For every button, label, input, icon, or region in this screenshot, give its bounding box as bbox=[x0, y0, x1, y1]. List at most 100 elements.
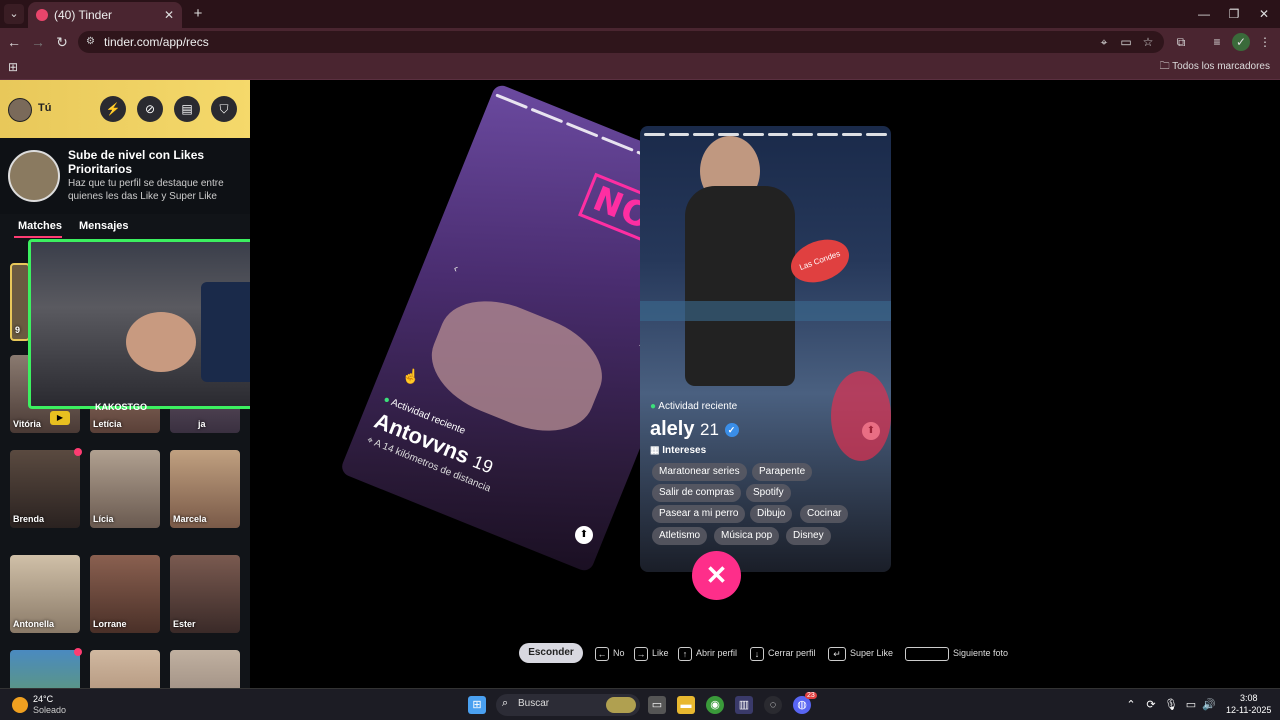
match-card[interactable] bbox=[10, 648, 82, 688]
file-explorer-icon[interactable]: ▬ bbox=[677, 696, 695, 714]
interest-pill: Pasear a mi perro bbox=[652, 505, 746, 523]
nope-info-arrow-icon[interactable]: ⬆ bbox=[575, 526, 593, 544]
match-card[interactable]: Lorrane bbox=[90, 555, 160, 633]
all-bookmarks-label: Todos los marcadores bbox=[1172, 61, 1270, 72]
apps-grid-icon[interactable]: ⊞ bbox=[8, 60, 22, 74]
youtube-icon: ▶ bbox=[50, 411, 70, 425]
profile-activity-label: Actividad reciente bbox=[658, 401, 738, 412]
match-card[interactable]: Brenda bbox=[10, 448, 82, 528]
address-bar: ← → ↻ ⚙ tinder.com/app/recs ⌖ ▭ ☆ ⧉ ≡ ✓ … bbox=[0, 28, 1280, 56]
browser-tab-tinder[interactable]: (40) Tinder ✕ bbox=[28, 2, 182, 28]
promo-description: Haz que tu perfil se destaque entre quie… bbox=[68, 178, 224, 202]
app-icon[interactable]: ▥ bbox=[735, 696, 753, 714]
match-card-name: Lícia bbox=[93, 514, 114, 524]
forward-icon[interactable]: → bbox=[28, 32, 48, 52]
tab-matches[interactable]: Matches bbox=[18, 220, 62, 232]
boost-icon[interactable]: ⚡ bbox=[100, 96, 126, 122]
location-icon[interactable]: ⌖ bbox=[1096, 34, 1112, 50]
up-key-icon: ↑ bbox=[678, 646, 692, 661]
match-card[interactable]: Marcela bbox=[170, 450, 240, 528]
match-card-name: Lorrane bbox=[93, 619, 127, 629]
tab-close-icon[interactable]: ✕ bbox=[164, 2, 174, 28]
briefcase-icon[interactable]: ▤ bbox=[174, 96, 200, 122]
nope-age: 19 bbox=[469, 451, 496, 478]
interest-pill: Parapente bbox=[752, 463, 813, 481]
shortcut-super-label: Super Like bbox=[850, 648, 894, 658]
tab-search-chevron-icon[interactable]: ⌄ bbox=[4, 4, 24, 24]
promo-avatar bbox=[8, 150, 60, 202]
steam-icon[interactable]: ◌ bbox=[764, 696, 782, 714]
interest-pill: Salir de compras bbox=[652, 484, 742, 502]
search-highlight-icon bbox=[606, 697, 636, 713]
promo-banner[interactable]: Sube de nivel con Likes Prioritarios Haz… bbox=[0, 138, 250, 214]
profile-photo-body bbox=[685, 186, 795, 386]
site-info-icon[interactable]: ⚙ bbox=[86, 36, 98, 48]
cast-icon[interactable]: ▭ bbox=[1118, 34, 1134, 50]
hide-shortcuts-button[interactable]: Esconder bbox=[519, 643, 583, 663]
windows-start-icon[interactable]: ⊞ bbox=[468, 696, 486, 714]
new-match-dot bbox=[74, 648, 82, 656]
right-key-icon: → bbox=[634, 646, 648, 661]
match-card-name: Marcela bbox=[173, 514, 207, 524]
taskbar-search[interactable]: ⌕ Buscar bbox=[496, 694, 640, 716]
task-view-icon[interactable]: ▭ bbox=[648, 696, 666, 714]
tab-messages[interactable]: Mensajes bbox=[79, 220, 129, 232]
mouse-cursor-icon: ☝ bbox=[402, 368, 420, 384]
shortcut-open: ↑ Abrir perfil bbox=[678, 643, 737, 663]
explore-icon[interactable]: ⊘ bbox=[137, 96, 163, 122]
minimize-icon[interactable]: — bbox=[1190, 4, 1218, 24]
omnibox[interactable]: ⚙ tinder.com/app/recs ⌖ ▭ ☆ bbox=[78, 31, 1164, 53]
bookmark-star-icon[interactable]: ☆ bbox=[1140, 34, 1156, 50]
match-card[interactable]: Antonella bbox=[10, 555, 80, 633]
shortcut-no-label: No bbox=[613, 648, 625, 658]
shield-icon[interactable]: ⛉ bbox=[211, 96, 237, 122]
media-controls-icon[interactable]: ≡ bbox=[1208, 33, 1226, 51]
verified-badge-icon: ✓ bbox=[724, 422, 739, 437]
tray-chevron-icon[interactable]: ⌃ bbox=[1122, 696, 1140, 714]
shortcut-close: ↓ Cerrar perfil bbox=[750, 643, 816, 663]
discord-badge: 23 bbox=[805, 692, 817, 699]
nope-button[interactable]: ✕ bbox=[692, 551, 741, 600]
close-window-icon[interactable]: ✕ bbox=[1250, 4, 1278, 24]
profile-activity: ● Actividad reciente bbox=[650, 401, 738, 412]
prev-photo-icon[interactable]: ‹ bbox=[452, 261, 461, 275]
profile-icon[interactable]: ✓ bbox=[1232, 33, 1250, 51]
browser-tab-bar: ⌄ (40) Tinder ✕ + — ❐ ✕ bbox=[0, 0, 1280, 28]
shortcut-close-label: Cerrar perfil bbox=[768, 648, 816, 658]
profile-name: alely bbox=[650, 418, 695, 440]
restore-icon[interactable]: ❐ bbox=[1220, 4, 1248, 24]
menu-dots-icon[interactable]: ⋮ bbox=[1256, 33, 1274, 51]
shortcut-super: ↵ Super Like bbox=[828, 643, 893, 663]
tray-sync-icon[interactable]: ⟳ bbox=[1142, 696, 1160, 714]
network-icon[interactable]: ▭ bbox=[1182, 696, 1200, 714]
match-card[interactable]: Ester bbox=[170, 555, 240, 633]
chrome-icon[interactable]: ◉ bbox=[706, 696, 724, 714]
promo-title: Sube de nivel con Likes Prioritarios bbox=[68, 148, 205, 176]
streamer-face bbox=[126, 312, 196, 372]
clock-time[interactable]: 3:08 bbox=[1240, 693, 1258, 703]
back-icon[interactable]: ← bbox=[4, 32, 24, 52]
extensions-icon[interactable]: ⧉ bbox=[1172, 33, 1190, 51]
shortcut-like: → Like bbox=[634, 643, 669, 663]
match-card-likes[interactable]: 9 bbox=[10, 263, 30, 341]
microphone-icon[interactable]: 🎙 bbox=[1162, 696, 1180, 714]
interest-pill: Música pop bbox=[714, 527, 780, 545]
url-text[interactable]: tinder.com/app/recs bbox=[104, 31, 209, 53]
shortcut-like-label: Like bbox=[652, 648, 669, 658]
volume-icon[interactable]: 🔊 bbox=[1200, 696, 1218, 714]
clock-date[interactable]: 12-11-2025 bbox=[1226, 705, 1271, 715]
left-key-icon: ← bbox=[595, 646, 609, 661]
new-tab-icon[interactable]: + bbox=[188, 4, 208, 24]
interest-pill: Atletismo bbox=[652, 527, 708, 545]
search-placeholder: Buscar bbox=[518, 698, 550, 709]
weather-sun-icon[interactable] bbox=[12, 697, 28, 713]
sidebar-tabs: Matches Mensajes bbox=[0, 216, 250, 238]
match-card[interactable]: Lícia bbox=[90, 450, 160, 528]
my-avatar[interactable] bbox=[8, 98, 32, 122]
all-bookmarks[interactable]: 🗀 Todos los marcadores bbox=[1160, 56, 1270, 78]
reload-icon[interactable]: ↻ bbox=[52, 32, 72, 52]
profile-name-row: alely 21 ✓ bbox=[650, 418, 739, 441]
match-card[interactable] bbox=[170, 650, 240, 688]
my-profile-label[interactable]: Tú bbox=[38, 102, 51, 114]
match-card[interactable] bbox=[90, 650, 160, 688]
